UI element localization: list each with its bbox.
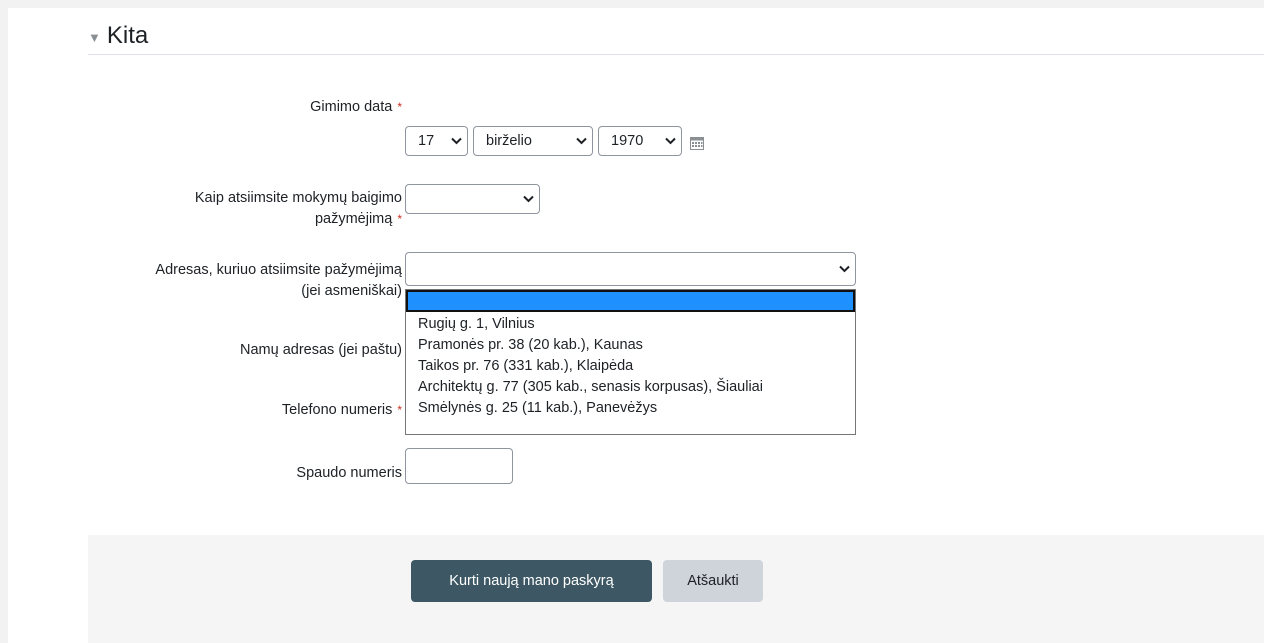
dropdown-option[interactable]: Architektų g. 77 (305 kab., senasis korp…: [406, 377, 855, 398]
chevron-down-icon: [517, 195, 539, 203]
dropdown-option-blank[interactable]: [406, 290, 855, 312]
chevron-down-icon: [833, 265, 855, 273]
certificate-method-label-line1: Kaip atsiimsite mokymų baigimo: [194, 190, 402, 206]
phone-label-text: Telefono numeris: [281, 402, 393, 418]
calendar-icon[interactable]: [690, 136, 704, 150]
birth-day-select[interactable]: 17: [405, 126, 468, 156]
dropdown-option[interactable]: Smėlynės g. 25 (11 kab.), Panevėžys: [406, 398, 855, 419]
required-marker: *: [397, 212, 402, 226]
certificate-method-select[interactable]: [405, 184, 540, 214]
certificate-method-label: Kaip atsiimsite mokymų baigimo pažymėjim…: [195, 188, 402, 230]
pickup-address-label-line1: Adresas, kuriuo atsiimsite pažymėjimą: [155, 262, 402, 278]
chevron-down-icon: [570, 137, 592, 145]
section-divider: [88, 54, 1264, 55]
required-marker: *: [397, 100, 402, 114]
home-address-label-text: Namų adresas (jei paštu): [240, 342, 402, 358]
stamp-number-input[interactable]: [405, 448, 513, 484]
chevron-down-icon: [445, 137, 467, 145]
birth-year-select[interactable]: 1970: [598, 126, 682, 156]
create-account-button[interactable]: Kurti naują mano paskyrą: [411, 560, 652, 602]
section-header-kita[interactable]: ▼ Kita: [88, 18, 148, 54]
pickup-address-label: Adresas, kuriuo atsiimsite pažymėjimą (j…: [155, 260, 402, 302]
stamp-number-label: Spaudo numeris: [296, 463, 402, 484]
birth-date-label-text: Gimimo data: [310, 99, 393, 115]
birth-month-select[interactable]: birželio: [473, 126, 593, 156]
required-marker: *: [397, 403, 402, 417]
pickup-address-label-line2: (jei asmeniškai): [301, 283, 402, 299]
home-address-label: Namų adresas (jei paštu): [240, 340, 402, 361]
pickup-address-select[interactable]: [405, 252, 856, 286]
pickup-address-dropdown[interactable]: Rugių g. 1, Vilnius Pramonės pr. 38 (20 …: [405, 289, 856, 435]
section-title: Kita: [106, 22, 149, 49]
dropdown-option[interactable]: Taikos pr. 76 (331 kab.), Klaipėda: [406, 356, 855, 377]
birth-date-label: Gimimo data *: [310, 97, 402, 118]
birth-year-value: 1970: [611, 133, 644, 149]
dropdown-option[interactable]: Pramonės pr. 38 (20 kab.), Kaunas: [406, 335, 855, 356]
chevron-down-icon: [659, 137, 681, 145]
cancel-button[interactable]: Atšaukti: [663, 560, 763, 602]
birth-day-value: 17: [418, 133, 435, 149]
dropdown-option[interactable]: Rugių g. 1, Vilnius: [406, 314, 855, 335]
birth-month-value: birželio: [486, 133, 532, 149]
stamp-number-label-text: Spaudo numeris: [296, 465, 402, 481]
triangle-down-icon[interactable]: ▼: [88, 30, 101, 45]
phone-label: Telefono numeris *: [282, 400, 402, 421]
certificate-method-label-line2: pažymėjimą: [314, 211, 393, 227]
